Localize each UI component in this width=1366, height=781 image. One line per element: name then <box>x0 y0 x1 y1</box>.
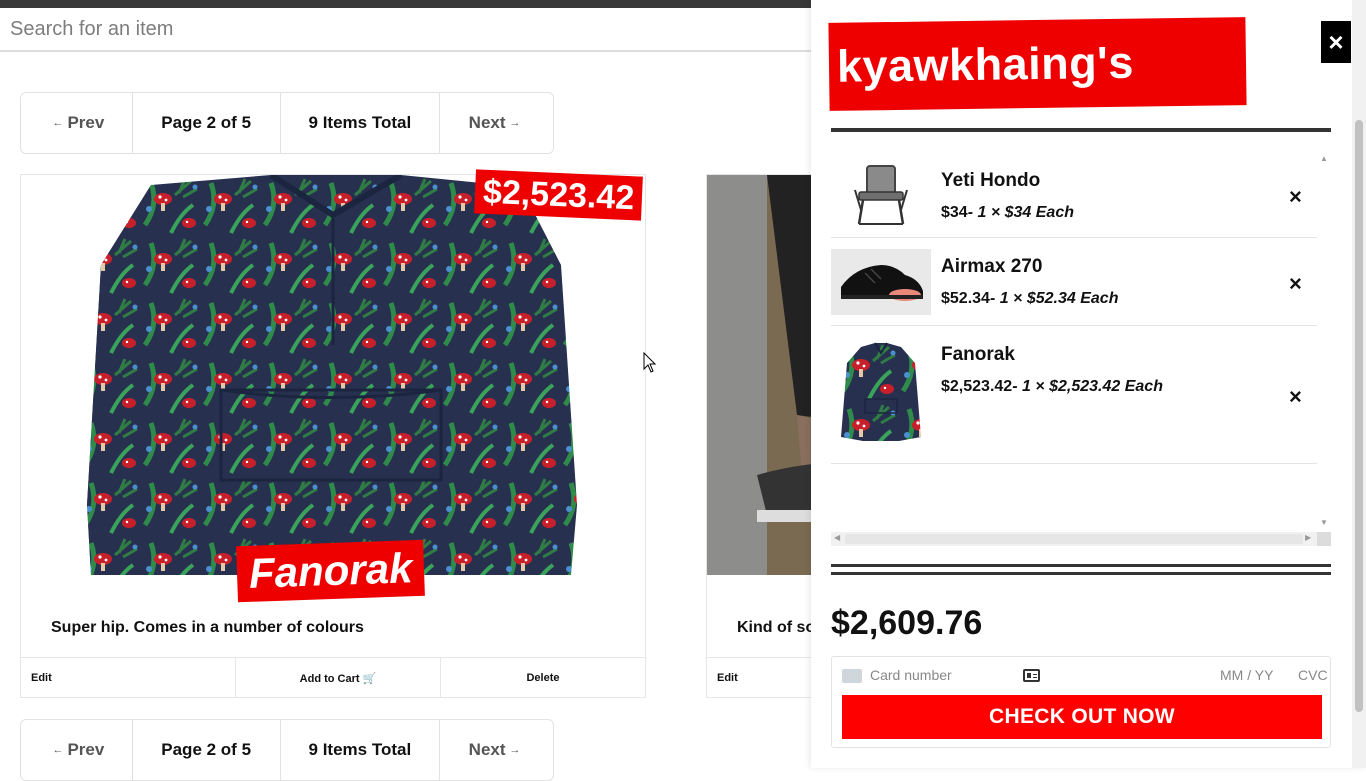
expiry-input[interactable]: MM / YY <box>1220 667 1273 683</box>
product-name-tag: Fanorak <box>236 539 426 603</box>
arrow-right-icon: → <box>509 117 521 129</box>
next-page-button[interactable]: Next → <box>440 720 553 780</box>
page-scrollbar-thumb[interactable] <box>1355 120 1363 712</box>
cart-item-name: Fanorak <box>941 344 1015 365</box>
checkout-button[interactable]: CHECK OUT NOW <box>842 695 1322 739</box>
cart-vertical-scrollbar[interactable]: ▲ ▼ <box>1317 152 1331 532</box>
cart-title: kyawkhaing's carts <box>828 17 1247 180</box>
remove-item-button[interactable]: × <box>1289 271 1302 297</box>
cart-item: Airmax 270 $52.34- 1 × $52.34 Each × <box>831 238 1317 326</box>
chair-icon <box>831 158 931 232</box>
remove-item-button[interactable]: × <box>1289 184 1302 210</box>
arrow-right-icon: → <box>509 744 521 756</box>
cart-item-name: Yeti Hondo <box>941 170 1041 191</box>
sneaker-icon <box>831 249 931 315</box>
id-card-icon <box>1023 669 1040 682</box>
scroll-left-icon[interactable]: ◀ <box>834 533 840 542</box>
mouse-cursor-icon <box>643 352 657 373</box>
edit-button[interactable]: Edit <box>21 658 236 698</box>
product-price-tag: $2,523.42 <box>474 169 644 221</box>
product-actions: Edit Add to Cart 🛒 Delete <box>21 657 645 698</box>
divider <box>831 564 1331 567</box>
delete-button[interactable]: Delete <box>441 658 645 698</box>
cart-item: Yeti Hondo $34- 1 × $34 Each × <box>831 152 1317 238</box>
jacket-icon <box>831 340 931 448</box>
items-total: 9 Items Total <box>281 720 441 780</box>
product-description: Super hip. Comes in a number of colours <box>51 619 364 636</box>
add-to-cart-button[interactable]: Add to Cart 🛒 <box>236 658 441 698</box>
page-indicator: Page 2 of 5 <box>133 93 281 153</box>
next-page-button[interactable]: Next → <box>440 93 553 153</box>
product-description: Kind of so <box>737 619 816 636</box>
jacket-image <box>87 175 577 575</box>
scroll-down-icon[interactable]: ▼ <box>1320 518 1328 527</box>
cart-horizontal-scrollbar[interactable]: ◀ ▶ <box>831 532 1317 546</box>
cart-panel: kyawkhaing's carts × Yeti Hondo $34- 1 ×… <box>811 0 1366 768</box>
page-scrollbar[interactable] <box>1352 0 1366 768</box>
cvc-input[interactable]: CVC <box>1298 667 1328 683</box>
items-total: 9 Items Total <box>281 93 441 153</box>
scrollbar-thumb[interactable] <box>845 534 1303 544</box>
scrollbar-corner <box>1317 532 1331 546</box>
card-number-input[interactable]: Card number <box>870 667 952 683</box>
page-indicator: Page 2 of 5 <box>133 720 281 780</box>
scroll-up-icon[interactable]: ▲ <box>1320 154 1328 163</box>
cart-item-name: Airmax 270 <box>941 256 1043 277</box>
close-cart-button[interactable]: × <box>1321 21 1351 63</box>
divider <box>831 128 1331 132</box>
pagination-top: ← Prev Page 2 of 5 9 Items Total Next → <box>20 92 554 154</box>
cart-item-price: $2,523.42- 1 × $2,523.42 Each <box>941 378 1163 395</box>
cart-items-list[interactable]: Yeti Hondo $34- 1 × $34 Each × Airmax 27… <box>831 152 1331 546</box>
remove-item-button[interactable]: × <box>1289 384 1302 410</box>
product-image-fanorak <box>21 175 645 575</box>
cart-total: $2,609.76 <box>831 604 983 642</box>
payment-form: Card number MM / YY CVC CHECK OUT NOW <box>831 656 1331 748</box>
pagination-bottom: ← Prev Page 2 of 5 9 Items Total Next → <box>20 719 554 781</box>
prev-page-button[interactable]: ← Prev <box>21 93 133 153</box>
cart-item-price: $34- 1 × $34 Each <box>941 204 1074 221</box>
divider <box>831 572 1331 575</box>
prev-page-button[interactable]: ← Prev <box>21 720 133 780</box>
product-card-fanorak: $2,523.42 Fanorak Super hip. Comes in a … <box>20 169 646 698</box>
credit-card-icon <box>842 669 862 683</box>
arrow-left-icon: ← <box>52 744 64 756</box>
cart-item-price: $52.34- 1 × $52.34 Each <box>941 290 1119 307</box>
scroll-right-icon[interactable]: ▶ <box>1305 533 1311 542</box>
arrow-left-icon: ← <box>52 117 64 129</box>
close-icon: × <box>1328 26 1344 57</box>
cart-item: Fanorak $2,523.42- 1 × $2,523.42 Each × <box>831 326 1317 464</box>
